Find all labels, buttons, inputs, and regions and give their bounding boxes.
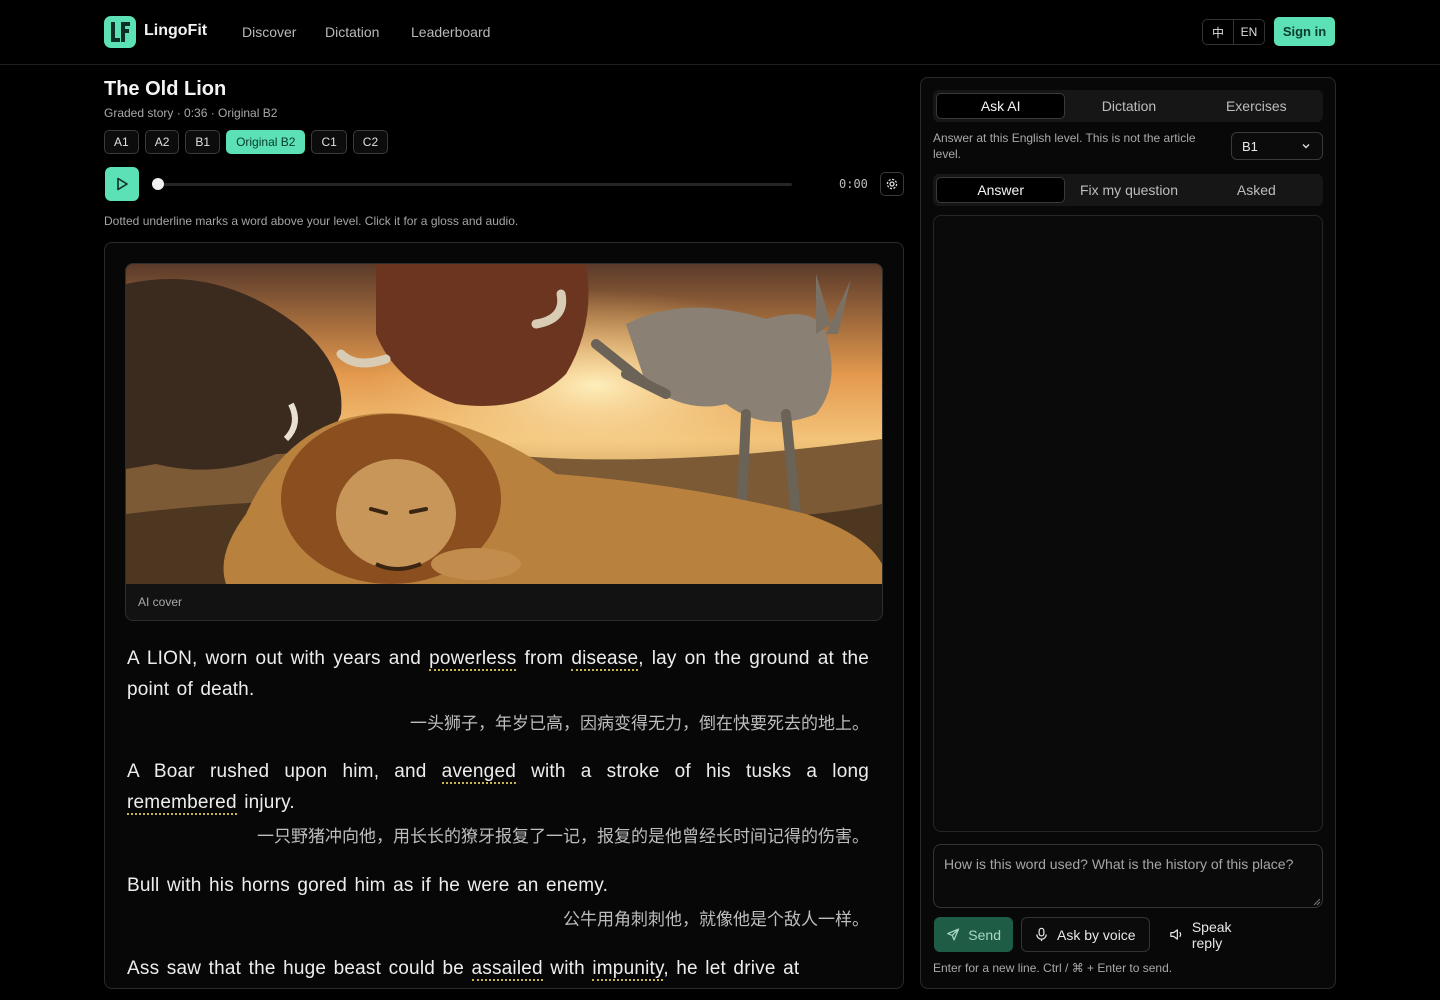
tab-ask-ai[interactable]: Ask AI [936, 93, 1066, 119]
paragraph-translation: 一头狮子，年岁已高，因病变得无力，倒在快要死去的地上。 [410, 714, 869, 734]
answer-level-value: B1 [1242, 138, 1258, 154]
question-input[interactable] [933, 844, 1323, 908]
send-button[interactable]: Send [934, 917, 1013, 952]
article-card: AI cover A LION, worn out with years and… [104, 242, 904, 989]
chevron-down-icon [1302, 144, 1310, 149]
nav-leaderboard[interactable]: Leaderboard [411, 24, 490, 40]
audio-time: 0:00 [839, 177, 868, 191]
paragraph-3: Bull with his horns gored him as if he w… [127, 870, 869, 935]
text-run: Bull with his horns gored him as if he w… [127, 875, 609, 896]
resize-handle-icon[interactable] [1313, 898, 1321, 906]
subtab-fix-question[interactable]: Fix my question [1065, 177, 1192, 203]
answer-subtabs: Answer Fix my question Asked [933, 174, 1323, 206]
lang-en-button[interactable]: EN [1233, 20, 1264, 44]
nav-dictation[interactable]: Dictation [325, 24, 379, 40]
cover-illustration [126, 264, 882, 584]
level-original-b2-button[interactable]: Original B2 [226, 130, 306, 154]
paragraph-english: Ass saw that the huge beast could be ass… [127, 953, 869, 984]
microphone-icon [1036, 927, 1047, 942]
paragraph-translation: 公牛用角刺刺他，就像他是个敌人一样。 [563, 910, 869, 930]
hard-word[interactable]: avenged [441, 761, 516, 784]
paragraph-1: A LION, worn out with years and powerles… [127, 643, 869, 739]
hard-word[interactable]: impunity [592, 958, 664, 981]
cover-figure: AI cover [125, 263, 883, 621]
text-run: , he let drive at [663, 958, 800, 979]
level-a2-button[interactable]: A2 [144, 130, 180, 154]
cover-caption: AI cover [138, 595, 183, 609]
answer-level-note: Answer at this English level. This is no… [933, 131, 1196, 161]
text-run: A Boar rushed upon him, and [127, 761, 442, 782]
language-switch: 中 EN [1202, 19, 1265, 45]
paragraph-english: A Boar rushed upon him, and avenged with… [127, 756, 869, 818]
ai-panel: Ask AI Dictation Exercises Answer at thi… [920, 77, 1336, 989]
subtab-answer[interactable]: Answer [936, 177, 1066, 203]
panel-tabs: Ask AI Dictation Exercises [933, 90, 1323, 122]
paragraph-4: Ass saw that the huge beast could be ass… [127, 953, 869, 984]
audio-settings-button[interactable] [880, 172, 904, 196]
tab-exercises[interactable]: Exercises [1193, 93, 1320, 119]
ask-by-voice-button[interactable]: Ask by voice [1021, 917, 1150, 952]
sign-in-button[interactable]: Sign in [1274, 17, 1335, 46]
hard-word-hint: Dotted underline marks a word above your… [104, 214, 519, 228]
paragraph-translation: 一只野猪冲向他，用长长的獠牙报复了一记，报复的是他曾经长时间记得的伤害。 [257, 827, 869, 847]
lang-zh-button[interactable]: 中 [1203, 20, 1233, 44]
text-run: from [516, 648, 572, 669]
hard-word[interactable]: remembered [127, 792, 237, 815]
level-c1-button[interactable]: C1 [311, 130, 347, 154]
text-run: Ass saw that the huge beast could be [127, 958, 472, 979]
level-c2-button[interactable]: C2 [352, 130, 389, 154]
nav-discover[interactable]: Discover [242, 24, 296, 40]
tab-dictation[interactable]: Dictation [1065, 93, 1192, 119]
send-icon [947, 928, 960, 941]
story-title: The Old Lion [104, 78, 227, 100]
answer-level-select[interactable]: B1 [1231, 132, 1323, 160]
send-label: Send [968, 926, 1001, 943]
story-meta: Graded story · 0:36 · Original B2 [104, 106, 278, 120]
hard-word[interactable]: powerless [429, 648, 517, 671]
audio-progress-track[interactable] [158, 183, 792, 186]
text-run: with [542, 958, 593, 979]
paragraph-english: Bull with his horns gored him as if he w… [127, 870, 869, 901]
paragraph-english: A LION, worn out with years and powerles… [127, 643, 869, 705]
subtab-asked[interactable]: Asked [1193, 177, 1320, 203]
speaker-icon [1170, 929, 1182, 940]
top-bar: LingoFit Discover Dictation Leaderboard … [0, 0, 1440, 65]
level-selector: A1 A2 B1 Original B2 C1 C2 [104, 130, 389, 154]
play-button[interactable] [105, 167, 139, 201]
hard-word[interactable]: disease [571, 648, 639, 671]
send-shortcut-hint: Enter for a new line. Ctrl / ⌘ + Enter t… [933, 961, 1173, 975]
answer-area [933, 215, 1323, 832]
text-run: injury. [236, 792, 295, 813]
speak-reply-toggle[interactable]: Speak reply [1157, 917, 1277, 952]
play-icon [117, 177, 128, 191]
logo-icon[interactable] [104, 16, 136, 48]
brand-name[interactable]: LingoFit [144, 22, 207, 40]
text-run: with a stroke of his tusks a long [515, 761, 869, 782]
ask-by-voice-label: Ask by voice [1057, 926, 1136, 943]
audio-progress-handle[interactable] [152, 178, 164, 190]
speak-reply-label: Speak reply [1191, 918, 1232, 951]
paragraph-2: A Boar rushed upon him, and avenged with… [127, 756, 869, 852]
level-a1-button[interactable]: A1 [104, 130, 139, 154]
text-run: A LION, worn out with years and [127, 648, 430, 669]
level-b1-button[interactable]: B1 [185, 130, 221, 154]
hard-word[interactable]: assailed [471, 958, 543, 981]
gear-icon [886, 178, 898, 190]
